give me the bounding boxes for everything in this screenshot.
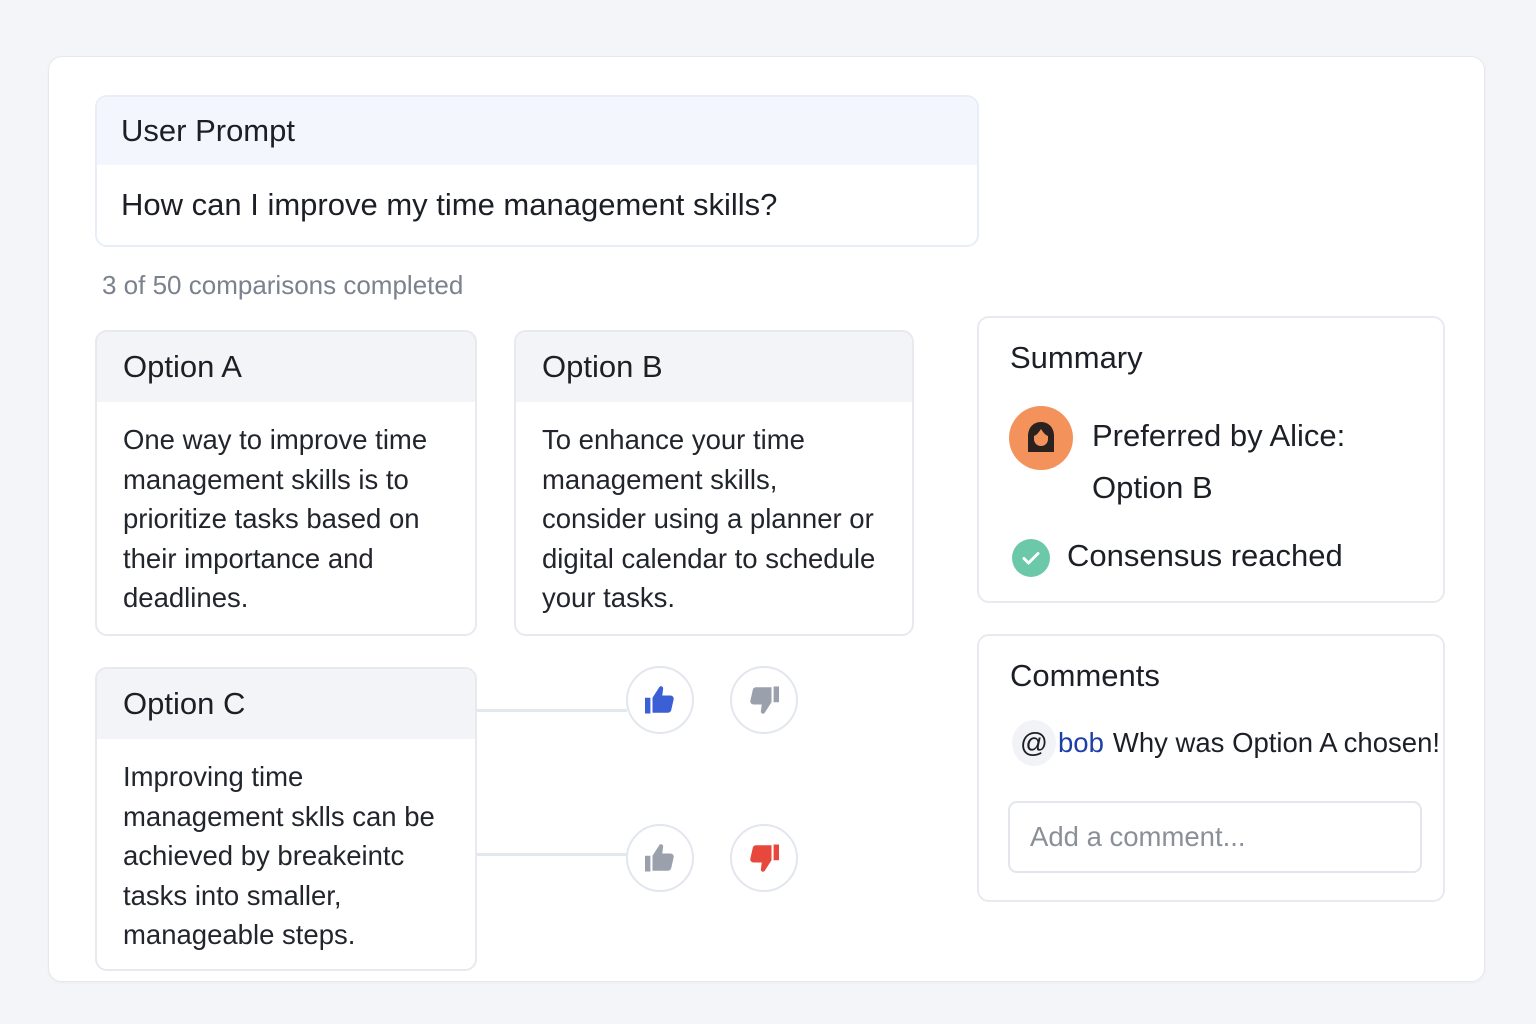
option-b-text: To enhance your time management skills, … — [542, 424, 876, 614]
user-avatar-icon — [1028, 422, 1054, 452]
check-icon — [1012, 539, 1050, 577]
thumbs-up-icon — [645, 844, 674, 872]
summary-title: Summary — [1010, 340, 1143, 375]
vote-connector-line — [477, 853, 627, 856]
consensus-status: Consensus reached — [1067, 538, 1343, 573]
option-c-title: Option C — [97, 669, 475, 739]
progress-status: 3 of 50 comparisons completed — [102, 270, 464, 300]
preferred-option: Option B — [1092, 470, 1213, 505]
option-b-title: Option B — [516, 332, 912, 402]
mention-user-link[interactable]: bob — [1058, 727, 1104, 759]
upvote-button[interactable] — [626, 666, 694, 734]
comments-card: Comments @ bob Why was Option A chosen! — [977, 634, 1445, 902]
option-a-title: Option A — [97, 332, 475, 402]
mention-at-icon: @ — [1012, 720, 1056, 766]
user-prompt-text: How can I improve my time management ski… — [121, 187, 778, 222]
option-c-card[interactable]: Option C Improving time management sklls… — [95, 667, 477, 971]
comments-title: Comments — [1010, 658, 1160, 693]
preferred-label: Preferred by Alice: — [1092, 418, 1346, 453]
option-c-text: Improving time management sklls can be a… — [123, 761, 435, 951]
avatar — [1009, 406, 1073, 470]
comment-item: @ bob Why was Option A chosen! — [1012, 720, 1440, 766]
option-a-card[interactable]: Option A One way to improve time managem… — [95, 330, 477, 636]
thumbs-down-icon — [750, 686, 779, 714]
add-comment-input[interactable] — [1008, 801, 1422, 873]
downvote-button[interactable] — [730, 666, 798, 734]
user-prompt-title: User Prompt — [97, 97, 977, 165]
option-b-card[interactable]: Option B To enhance your time management… — [514, 330, 914, 636]
option-a-text: One way to improve time management skill… — [123, 424, 428, 614]
downvote-button[interactable] — [730, 824, 798, 892]
summary-card: Summary Preferred by Alice: Option B Con… — [977, 316, 1445, 603]
thumbs-down-icon — [750, 844, 779, 872]
vote-connector-line — [477, 709, 627, 712]
user-prompt-card: User Prompt How can I improve my time ma… — [95, 95, 979, 247]
upvote-button[interactable] — [626, 824, 694, 892]
comment-text: Why was Option A chosen! — [1112, 727, 1441, 758]
preferred-by: Preferred by Alice: Option B — [1092, 410, 1345, 514]
thumbs-up-icon — [645, 686, 674, 714]
